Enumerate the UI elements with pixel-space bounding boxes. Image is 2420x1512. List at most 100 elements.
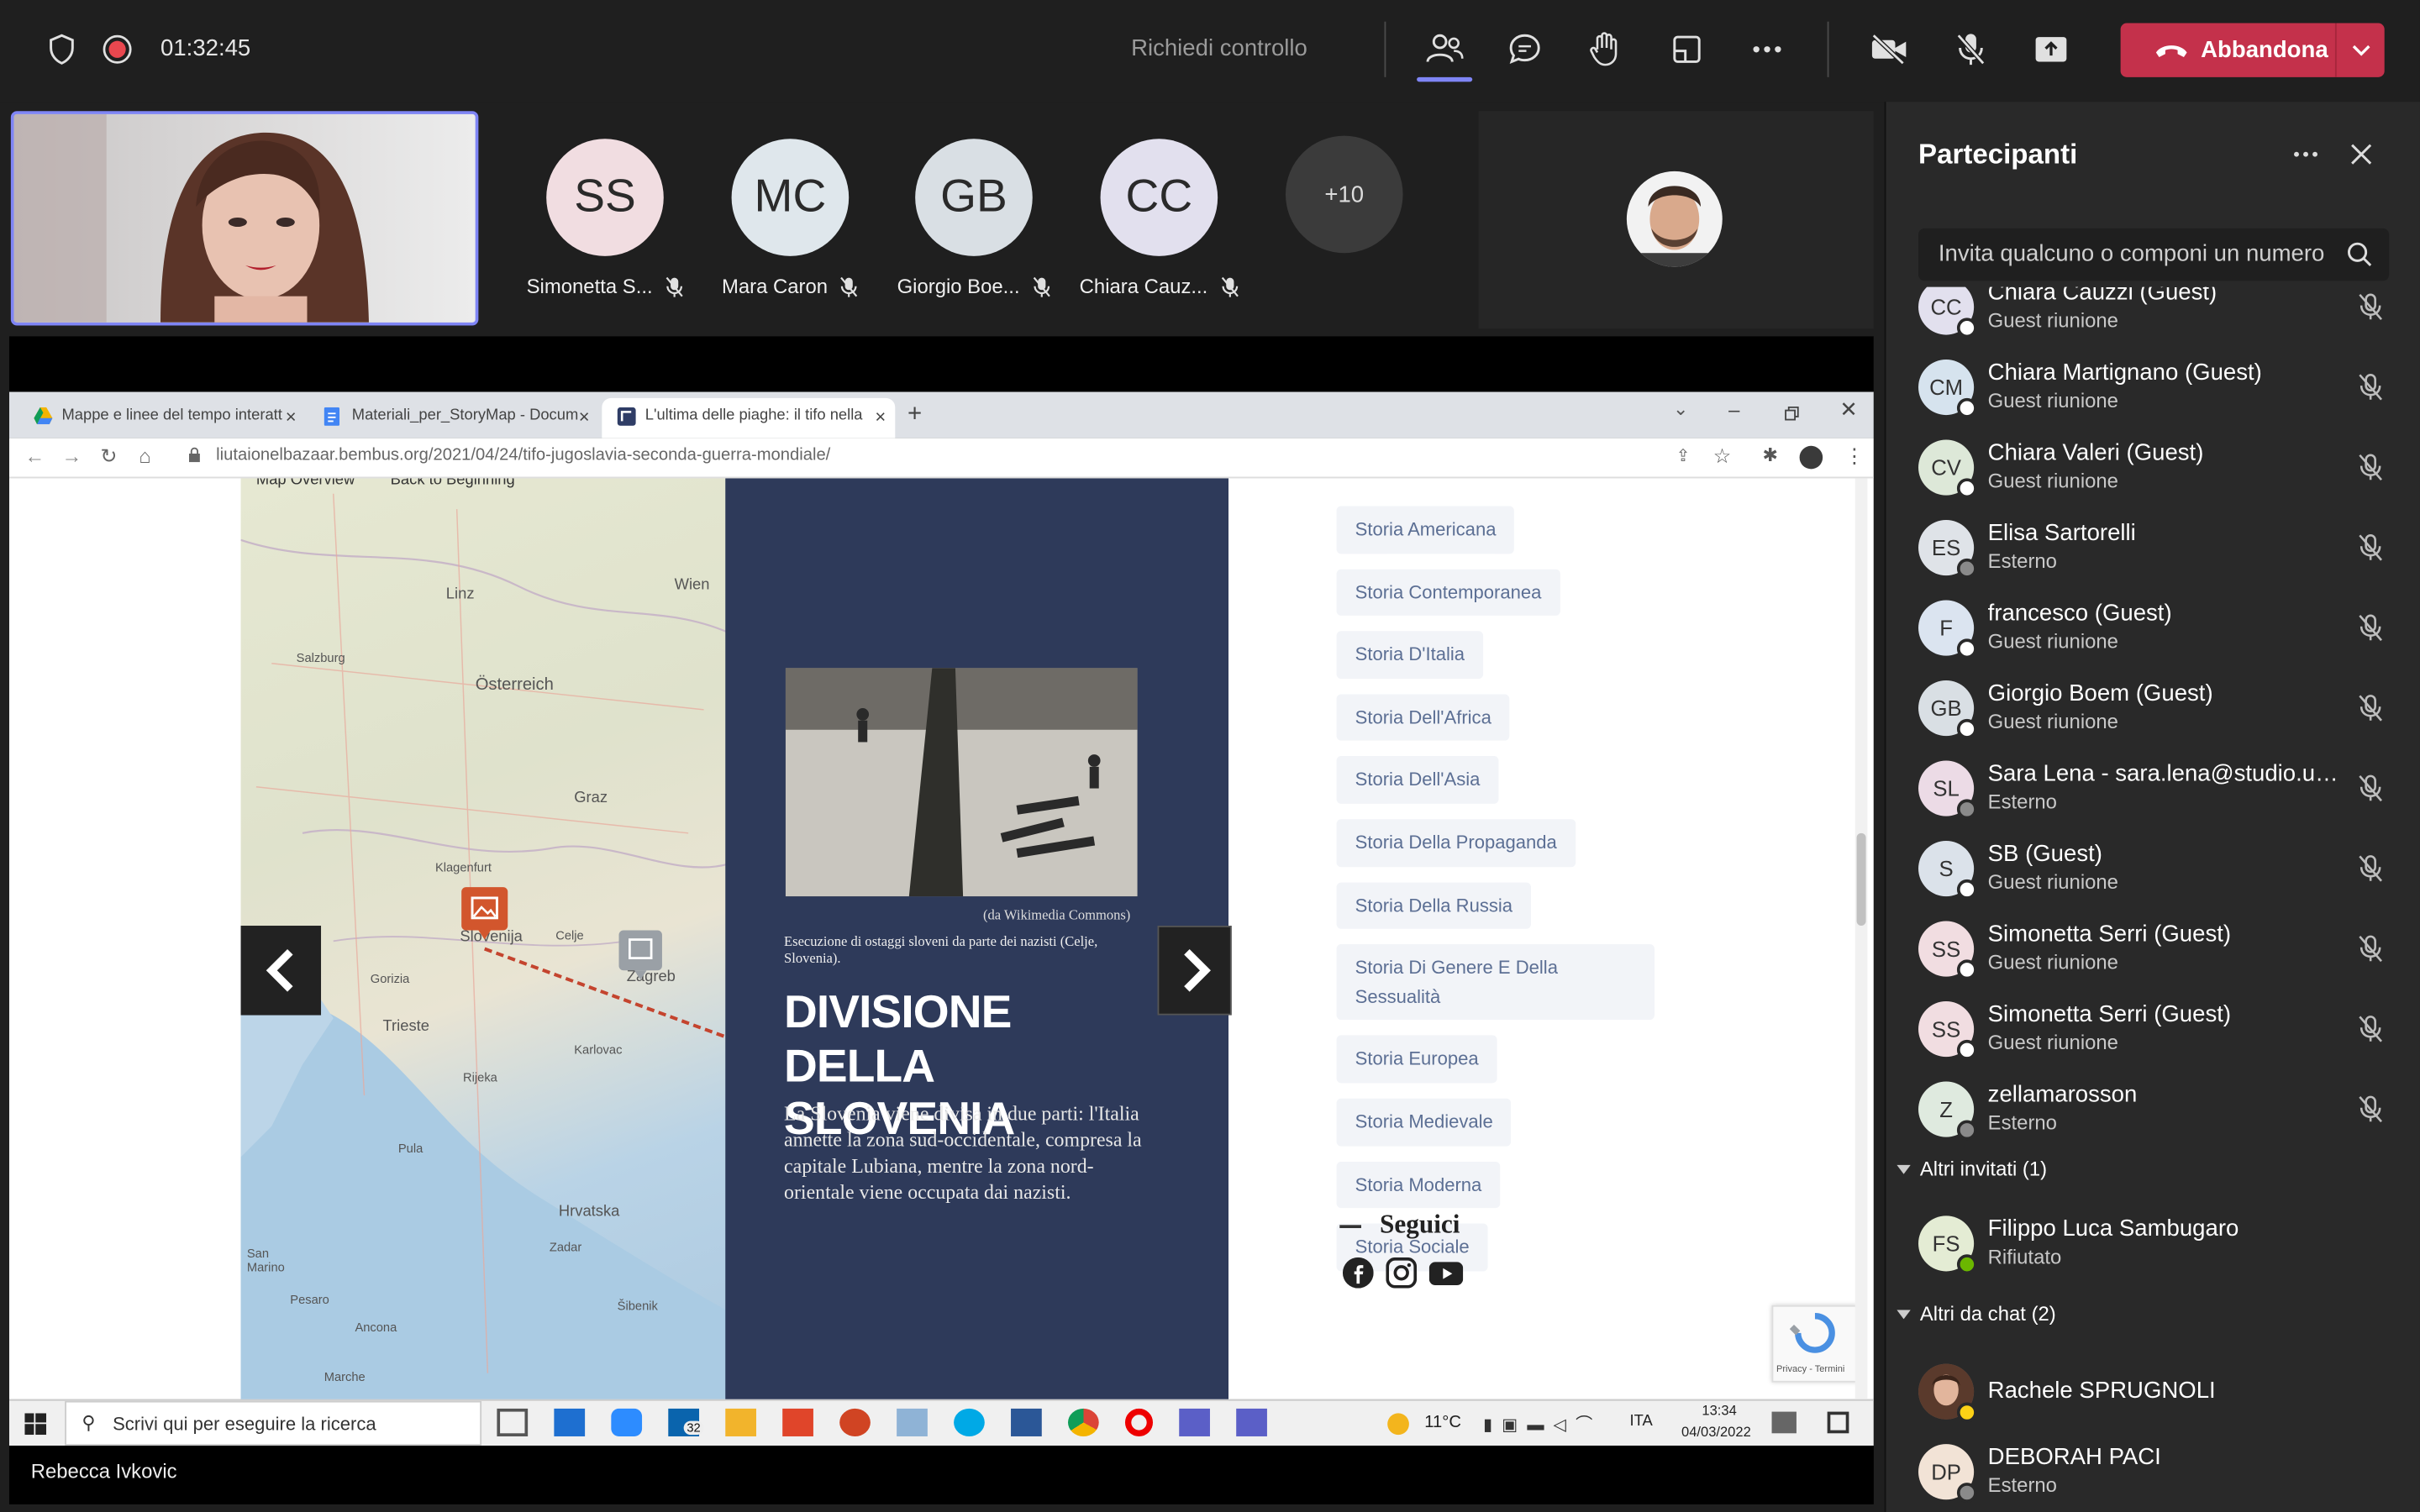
back-icon[interactable]: ← (24, 444, 45, 468)
profile-avatar[interactable] (1799, 445, 1823, 470)
browser-tab[interactable]: Mappe e linee del tempo interatt × (18, 398, 306, 438)
invite-input[interactable] (1938, 240, 2340, 267)
youtube-icon[interactable] (1428, 1257, 1464, 1296)
teams-notified-icon[interactable] (1236, 1408, 1267, 1436)
chrome-icon[interactable] (1067, 1408, 1099, 1436)
close-tab-icon[interactable]: × (579, 406, 590, 428)
participant-tile[interactable]: GB Giorgio Boe... (881, 139, 1066, 297)
more-participants-button[interactable]: +10 (1285, 135, 1403, 254)
mic-off-icon[interactable] (2354, 450, 2387, 484)
category-tag[interactable]: Storia Della Russia (1336, 881, 1532, 929)
mic-off-icon[interactable] (2354, 1092, 2387, 1126)
mic-off-icon[interactable] (2354, 290, 2387, 323)
close-window-icon[interactable]: ✕ (1839, 396, 1858, 423)
participant-row[interactable]: CV Chiara Valeri (Guest) Guest riunione (1886, 428, 2419, 508)
category-tag[interactable]: Storia Di Genere E Della Sessualità (1336, 944, 1655, 1021)
mic-off-icon[interactable] (2354, 611, 2387, 644)
task-icon[interactable] (1771, 1411, 1797, 1434)
participants-icon[interactable] (1417, 22, 1473, 82)
share-page-icon[interactable]: ⇪ (1676, 446, 1691, 466)
bookmark-star-icon[interactable]: ☆ (1713, 444, 1731, 469)
next-slide-button[interactable] (1157, 926, 1232, 1016)
participant-row[interactable]: CC Chiara Cauzzi (Guest) Guest riunione (1886, 286, 2419, 348)
participant-row[interactable]: Z zellamarosson Esterno (1886, 1069, 2419, 1150)
category-tag[interactable]: Storia Europea (1336, 1036, 1497, 1084)
notifications-icon[interactable] (1827, 1411, 1849, 1434)
share-screen-icon[interactable] (2023, 22, 2079, 77)
app-icon[interactable] (897, 1408, 928, 1436)
category-tag[interactable]: Storia Della Propaganda (1336, 819, 1576, 867)
reload-icon[interactable]: ↻ (100, 444, 117, 469)
participant-row[interactable]: ES Elisa Sartorelli Esterno (1886, 507, 2419, 588)
home-icon[interactable]: ⌂ (139, 444, 150, 468)
category-tag[interactable]: Storia Dell'Asia (1336, 756, 1499, 804)
mic-off-icon[interactable] (2354, 932, 2387, 965)
participant-row[interactable]: CM Chiara Martignano (Guest) Guest riuni… (1886, 347, 2419, 428)
story-map[interactable]: Map Overview Back to Beginning Linz Wien… (240, 478, 729, 1399)
map-marker-icon[interactable] (618, 929, 664, 980)
minimize-icon[interactable]: – (1728, 398, 1739, 422)
mic-off-icon[interactable] (2354, 691, 2387, 725)
active-map-marker-icon[interactable] (460, 885, 509, 940)
mic-off-icon[interactable] (2354, 370, 2387, 404)
office-icon[interactable] (782, 1408, 813, 1436)
view-layout-icon[interactable] (1659, 22, 1714, 77)
weather-icon[interactable] (1387, 1413, 1409, 1436)
forward-icon[interactable]: → (61, 444, 82, 468)
leave-options-chevron-icon[interactable] (2334, 23, 2385, 77)
task-view-icon[interactable] (497, 1408, 529, 1436)
taskbar-search-box[interactable]: ⚲ Scrivi qui per eseguire la ricerca (65, 1400, 482, 1446)
participant-row[interactable]: FS Filippo Luca Sambugaro Rifiutato (1886, 1204, 2419, 1284)
scrollbar-thumb[interactable] (1856, 832, 1866, 927)
raise-hand-icon[interactable] (1577, 22, 1633, 77)
close-tab-icon[interactable]: × (286, 406, 297, 428)
store-icon[interactable] (554, 1408, 586, 1436)
category-tag[interactable]: Storia Moderna (1336, 1161, 1501, 1209)
browser-tab-active[interactable]: L'ultima delle piaghe: il tifo nella × (602, 397, 896, 438)
instagram-icon[interactable] (1386, 1257, 1418, 1296)
mic-off-icon[interactable] (2354, 852, 2387, 885)
teams-icon[interactable] (1179, 1408, 1210, 1436)
participant-video-tile[interactable] (1478, 111, 1874, 329)
extensions-icon[interactable]: ✱ (1763, 444, 1778, 466)
opera-icon[interactable] (1124, 1408, 1154, 1436)
zoom-app-icon[interactable] (611, 1408, 643, 1436)
more-options-icon[interactable] (2287, 136, 2324, 173)
participant-row[interactable]: F francesco (Guest) Guest riunione (1886, 588, 2419, 669)
invited-section-header[interactable]: Altri invitati (1) (1897, 1158, 2047, 1180)
participant-row[interactable]: SS Simonetta Serri (Guest) Guest riunion… (1886, 989, 2419, 1069)
category-tag[interactable]: Storia Americana (1336, 506, 1515, 554)
mic-off-icon[interactable] (1943, 22, 1998, 77)
url-field[interactable]: liutaionelbazaar.bembus.org/2021/04/24/t… (179, 446, 1660, 472)
page-scrollbar[interactable] (1854, 478, 1868, 1399)
file-explorer-icon[interactable] (725, 1408, 756, 1436)
restore-icon[interactable] (1784, 402, 1799, 429)
chat-section-header[interactable]: Altri da chat (2) (1897, 1302, 2056, 1326)
participant-tile[interactable]: MC Mara Caron (697, 139, 882, 297)
recaptcha-links[interactable]: Privacy - Termini (1776, 1365, 1844, 1374)
category-tag[interactable]: Storia Contemporanea (1336, 568, 1560, 617)
leave-button[interactable]: Abbandona (2120, 23, 2385, 77)
participant-tile[interactable]: SS Simonetta S... (513, 139, 697, 297)
mic-off-icon[interactable] (2354, 1012, 2387, 1046)
mail-icon[interactable]: 32 (668, 1408, 704, 1436)
shield-icon[interactable] (34, 22, 89, 77)
participant-row[interactable]: S SB (Guest) Guest riunione (1886, 828, 2419, 909)
input-language[interactable]: ITA (1630, 1413, 1653, 1430)
word-icon[interactable] (1011, 1408, 1042, 1436)
recaptcha-badge[interactable]: Privacy - Termini (1771, 1305, 1859, 1383)
windows-start-icon[interactable] (24, 1413, 47, 1442)
self-video-tile[interactable] (10, 111, 479, 326)
facebook-icon[interactable] (1342, 1257, 1374, 1296)
participant-tile[interactable]: CC Chiara Cauz... (1066, 139, 1251, 297)
browser-menu-icon[interactable]: ⋮ (1844, 444, 1865, 469)
category-tag[interactable]: Storia Dell'Africa (1336, 694, 1510, 742)
search-icon[interactable] (2346, 241, 2374, 276)
skype-icon[interactable] (954, 1408, 985, 1436)
category-tag[interactable]: Storia D'Italia (1336, 631, 1484, 679)
mic-off-icon[interactable] (2354, 771, 2387, 805)
close-icon[interactable] (2343, 136, 2380, 173)
category-tag[interactable]: Storia Medievale (1336, 1098, 1512, 1146)
request-control-button[interactable]: Richiedi controllo (1081, 35, 1359, 61)
invite-field[interactable] (1918, 228, 2390, 281)
